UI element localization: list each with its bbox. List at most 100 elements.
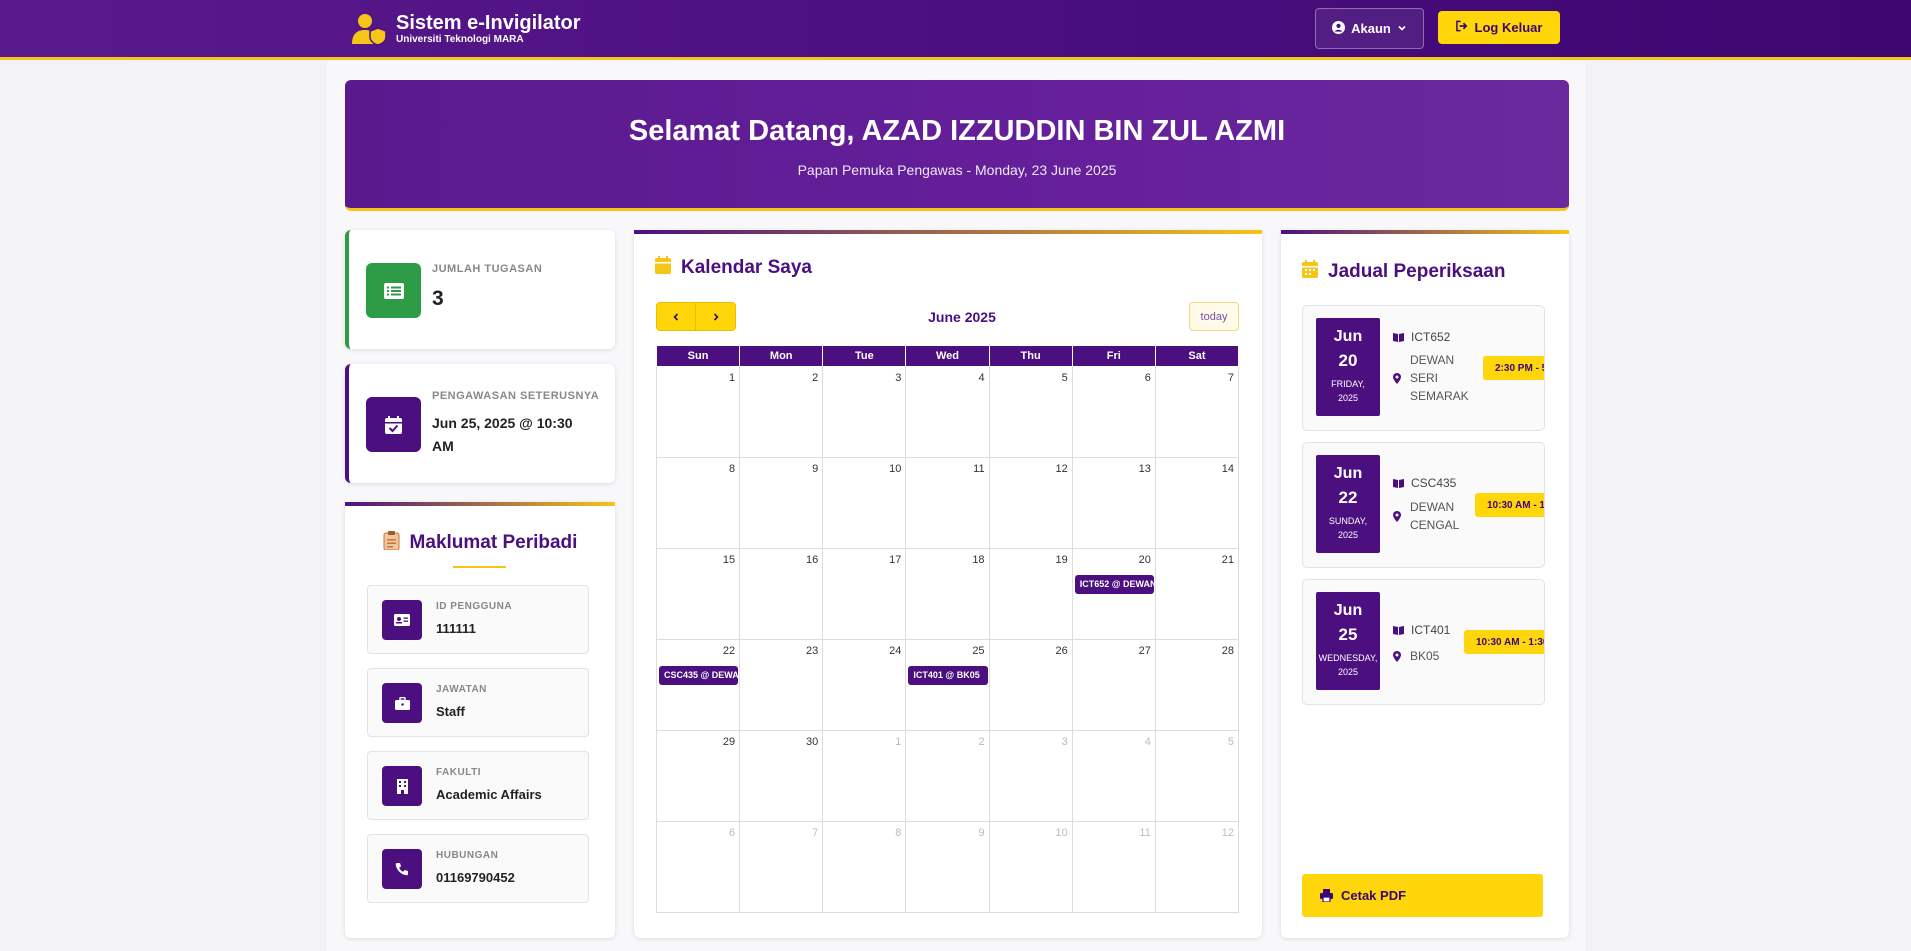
calendar-day-cell[interactable]: 8 bbox=[655, 457, 741, 549]
info-label: ID PENGGUNA bbox=[436, 601, 513, 612]
day-number: 9 bbox=[812, 463, 819, 475]
calendar-day-cell[interactable]: 2 bbox=[739, 366, 824, 458]
calendar-check-icon bbox=[366, 397, 421, 452]
calendar-day-cell[interactable]: 4 bbox=[1071, 730, 1156, 822]
user-shield-icon bbox=[350, 10, 388, 48]
calendar-day-cell[interactable]: 24 bbox=[822, 639, 907, 731]
calendar-day-cell[interactable]: 6 bbox=[655, 821, 741, 913]
calendar-day-cell[interactable]: 4 bbox=[905, 366, 990, 458]
calendar-week-row: 22 CSC435 @ DEWAN CENGAL 23 24 25 ICT401 @ BK… bbox=[655, 639, 1240, 731]
schedule-item[interactable]: Jun 22 SUNDAY, 2025 CSC435 DEWAN CENGAL 1… bbox=[1302, 442, 1545, 568]
day-number: 13 bbox=[1138, 463, 1151, 475]
day-number: 7 bbox=[1227, 372, 1234, 384]
calendar-day-cell[interactable]: 30 bbox=[739, 730, 824, 822]
calendar-day-cell[interactable]: 25 ICT401 @ BK05 bbox=[905, 639, 990, 731]
calendar-day-cell[interactable]: 16 bbox=[739, 548, 824, 640]
day-number: 1 bbox=[895, 736, 902, 748]
map-marker-icon bbox=[1393, 510, 1401, 522]
calendar-day-cell[interactable]: 2 bbox=[905, 730, 990, 822]
day-number: 20 bbox=[1138, 554, 1151, 566]
calendar-event[interactable]: ICT652 @ DEWAN SERI SEMARAK bbox=[1074, 575, 1154, 594]
chevron-left-icon bbox=[673, 312, 679, 321]
calendar-day-cell[interactable]: 11 bbox=[1071, 821, 1156, 913]
calendar-day-cell[interactable]: 11 bbox=[905, 457, 990, 549]
day-number: 25 bbox=[972, 645, 985, 657]
calendar-day-cell[interactable]: 10 bbox=[988, 821, 1073, 913]
print-pdf-button[interactable]: Cetak PDF bbox=[1302, 874, 1543, 917]
next-invigilation-card: PENGAWASAN SETERUSNYA Jun 25, 2025 @ 10:… bbox=[345, 364, 615, 483]
calendar-day-cell[interactable]: 9 bbox=[905, 821, 990, 913]
title-underline bbox=[453, 566, 506, 568]
weekday-header: Sat bbox=[1154, 345, 1240, 367]
calendar-day-cell[interactable]: 7 bbox=[739, 821, 824, 913]
weekday-header: Thu bbox=[988, 345, 1073, 367]
calendar-event[interactable]: ICT401 @ BK05 bbox=[908, 666, 988, 685]
calendar-day-cell[interactable]: 19 bbox=[988, 548, 1073, 640]
personal-info-panel: Maklumat Peribadi ID PENGGUNA 111111 JAW… bbox=[345, 502, 615, 938]
calendar-week-row: 1 2 3 4 5 6 7 bbox=[655, 366, 1240, 458]
print-pdf-label: Cetak PDF bbox=[1341, 888, 1407, 903]
calendar-day-cell[interactable]: 7 bbox=[1154, 366, 1240, 458]
date-weekday: SUNDAY, 2025 bbox=[1328, 516, 1368, 540]
calendar-day-cell[interactable]: 21 bbox=[1154, 548, 1240, 640]
calendar-day-cell[interactable]: 29 bbox=[655, 730, 741, 822]
calendar-day-cell[interactable]: 20 ICT652 @ DEWAN SERI SEMARAK bbox=[1071, 548, 1156, 640]
calendar-day-cell[interactable]: 17 bbox=[822, 548, 907, 640]
calendar-day-cell[interactable]: 26 bbox=[988, 639, 1073, 731]
calendar-event[interactable]: CSC435 @ DEWAN CENGAL bbox=[659, 666, 739, 685]
schedule-item[interactable]: Jun 20 FRIDAY, 2025 ICT652 DEWAN SERI SEM… bbox=[1302, 305, 1545, 431]
exam-schedule-panel: Jadual Peperiksaan Jun 20 FRIDAY, 2025 IC… bbox=[1281, 230, 1569, 938]
chevron-right-icon bbox=[713, 312, 719, 321]
sign-out-icon bbox=[1455, 20, 1469, 35]
calendar-day-cell[interactable]: 27 bbox=[1071, 639, 1156, 731]
printer-icon bbox=[1320, 889, 1333, 902]
day-number: 22 bbox=[722, 645, 736, 657]
weekday-header: Wed bbox=[905, 345, 990, 367]
list-icon bbox=[366, 263, 421, 318]
app-title: Sistem e-Invigilator bbox=[396, 12, 581, 34]
next-month-button[interactable] bbox=[696, 302, 736, 331]
map-marker-icon bbox=[1393, 372, 1401, 384]
calendar-day-cell[interactable]: 10 bbox=[822, 457, 907, 549]
info-value: Academic Affairs bbox=[436, 787, 542, 802]
calendar-day-cell[interactable]: 18 bbox=[905, 548, 990, 640]
calendar-day-cell[interactable]: 9 bbox=[739, 457, 824, 549]
calendar-day-cell[interactable]: 1 bbox=[822, 730, 907, 822]
info-label: FAKULTI bbox=[436, 767, 481, 778]
calendar-day-cell[interactable]: 6 bbox=[1071, 366, 1156, 458]
calendar-day-cell[interactable]: 14 bbox=[1154, 457, 1240, 549]
total-tasks-card: JUMLAH TUGASAN 3 bbox=[345, 230, 615, 349]
time-badge: 10:30 AM - 1:30 PM bbox=[1475, 493, 1544, 517]
calendar-day-cell[interactable]: 12 bbox=[988, 457, 1073, 549]
calendar-day-cell[interactable]: 13 bbox=[1071, 457, 1156, 549]
brand[interactable]: Sistem e-Invigilator Universiti Teknolog… bbox=[350, 10, 581, 48]
calendar-day-cell[interactable]: 5 bbox=[988, 366, 1073, 458]
logout-label: Log Keluar bbox=[1474, 20, 1543, 35]
stat-label: PENGAWASAN SETERUSNYA bbox=[432, 390, 600, 402]
day-number: 17 bbox=[889, 554, 902, 566]
calendar-day-cell[interactable]: 15 bbox=[655, 548, 741, 640]
day-number: 11 bbox=[1139, 827, 1151, 839]
time-badge: 10:30 AM - 1:30 PM bbox=[1464, 630, 1544, 654]
calendar-day-cell[interactable]: 5 bbox=[1154, 730, 1240, 822]
today-button[interactable]: today bbox=[1189, 302, 1239, 331]
calendar-day-cell[interactable]: 3 bbox=[988, 730, 1073, 822]
date-month: Jun bbox=[1333, 602, 1363, 619]
prev-month-button[interactable] bbox=[656, 302, 696, 331]
calendar-day-cell[interactable]: 22 CSC435 @ DEWAN CENGAL bbox=[655, 639, 741, 731]
info-faculty: FAKULTI Academic Affairs bbox=[367, 751, 589, 820]
course-code: ICT401 bbox=[1393, 623, 1450, 637]
day-number: 15 bbox=[722, 554, 736, 566]
calendar-day-cell[interactable]: 8 bbox=[822, 821, 907, 913]
info-label: JAWATAN bbox=[436, 684, 487, 695]
schedule-item[interactable]: Jun 25 WEDNESDAY, 2025 ICT401 BK05 10:30 … bbox=[1302, 579, 1545, 705]
day-number: 8 bbox=[895, 827, 902, 839]
calendar-day-cell[interactable]: 28 bbox=[1154, 639, 1240, 731]
calendar-day-cell[interactable]: 1 bbox=[655, 366, 741, 458]
calendar-day-cell[interactable]: 23 bbox=[739, 639, 824, 731]
account-dropdown-button[interactable]: Akaun bbox=[1315, 8, 1424, 49]
day-number: 16 bbox=[806, 554, 819, 566]
calendar-day-cell[interactable]: 3 bbox=[822, 366, 907, 458]
calendar-day-cell[interactable]: 12 bbox=[1154, 821, 1240, 913]
logout-button[interactable]: Log Keluar bbox=[1438, 11, 1560, 44]
